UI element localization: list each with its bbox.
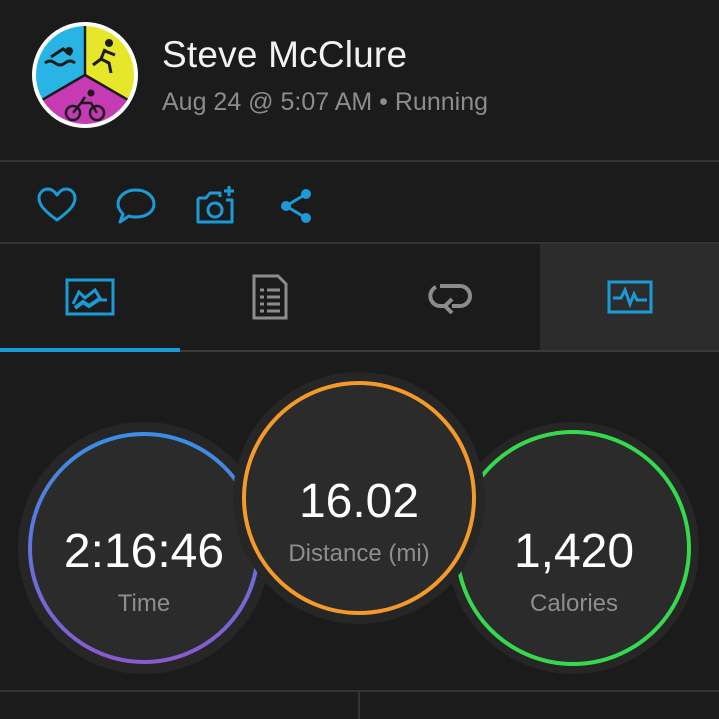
activity-stats: 2:16:46 Time 1,420 Calories 16.02 Distan… [0,352,719,692]
triathlon-avatar-icon[interactable] [31,21,139,129]
distance-value: 16.02 [298,475,420,528]
comment-icon[interactable] [114,184,158,228]
user-name[interactable]: Steve McClure [162,34,407,76]
tab-details[interactable] [180,244,360,350]
tab-charts[interactable] [540,244,719,350]
time-value: 2:16:46 [63,525,225,578]
share-icon[interactable] [274,184,318,228]
activity-date-type: Aug 24 @ 5:07 AM • Running [162,88,489,116]
time-stat: 2:16:46 Time [34,438,254,658]
chart-tab-icon [607,280,652,314]
time-label: Time [117,590,171,617]
stats-split [358,692,360,719]
distance-label: Distance (mi) [288,540,430,567]
action-bar [0,162,719,242]
activity-tabs [0,244,719,350]
calories-stat: 1,420 Calories [464,438,684,658]
calories-label: Calories [529,590,619,617]
map-tab-icon [65,278,115,316]
heart-icon[interactable] [35,184,79,228]
tab-map[interactable] [0,244,180,350]
details-tab-icon [252,274,288,320]
tab-laps[interactable] [360,244,540,350]
distance-stat: 16.02 Distance (mi) [249,388,469,608]
activity-header: Steve McClure Aug 24 @ 5:07 AM • Running [0,0,719,160]
calories-value: 1,420 [513,525,635,578]
add-photo-icon[interactable] [194,184,238,228]
laps-tab-icon [428,284,472,314]
